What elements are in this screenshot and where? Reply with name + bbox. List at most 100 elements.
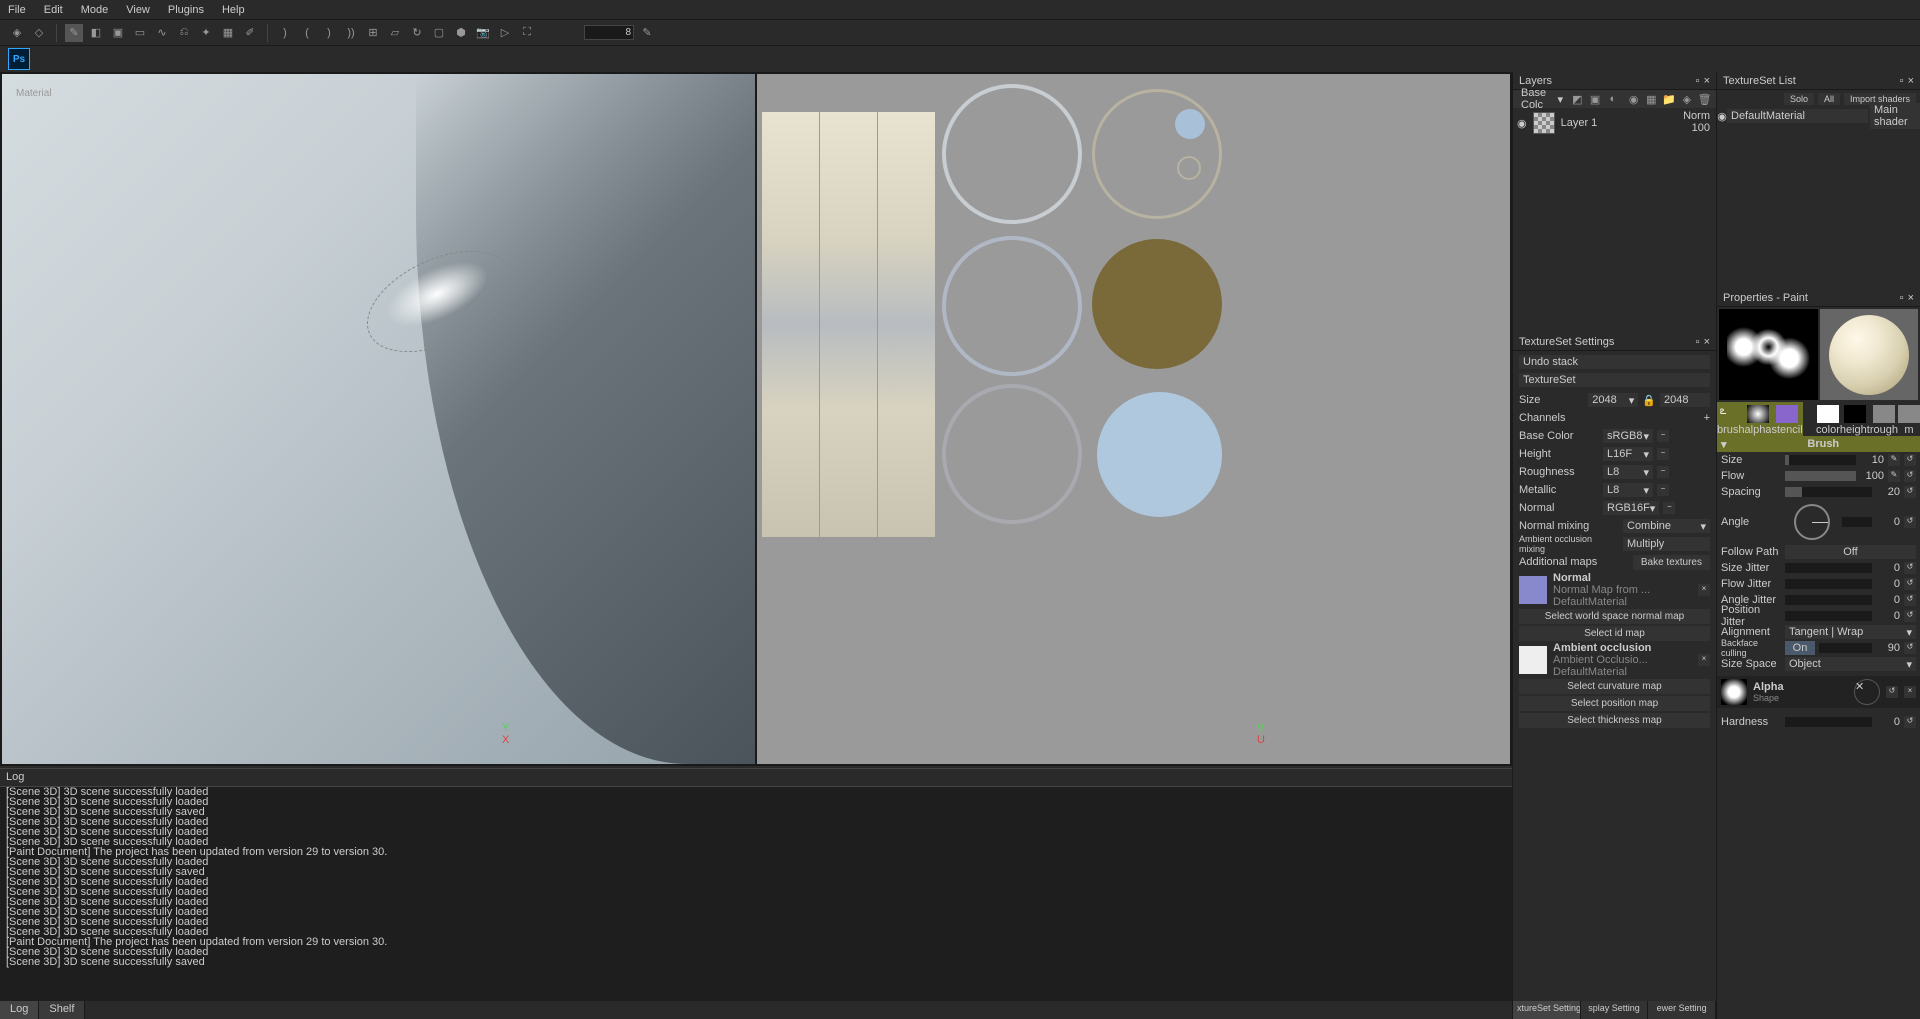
size-slider[interactable] — [1785, 455, 1856, 465]
fjit-slider[interactable] — [1785, 579, 1872, 589]
channel-remove-icon[interactable]: − — [1657, 484, 1669, 496]
clone-tool-icon[interactable]: ⎌ — [175, 24, 193, 42]
alignment-select[interactable]: Tangent | Wrap▾ — [1785, 625, 1916, 639]
rotate-icon[interactable]: ↻ — [408, 24, 426, 42]
channel-format-select[interactable]: L8▾ — [1603, 483, 1653, 497]
channel-color[interactable]: color — [1816, 402, 1840, 436]
pressure-icon[interactable]: ✎ — [1888, 470, 1900, 482]
undock-icon[interactable]: ▫ — [1900, 75, 1904, 87]
link-icon[interactable]: ↺ — [1904, 642, 1916, 654]
group-icon[interactable]: ▣ — [1588, 90, 1603, 108]
delete-layer-icon[interactable]: 🗑 — [1697, 90, 1712, 108]
alpha-shape-icon[interactable]: ✕ — [1854, 679, 1880, 705]
channel-stencil[interactable]: stencil — [1771, 402, 1802, 436]
flow-slider[interactable] — [1785, 471, 1856, 481]
undock-icon[interactable]: ▫ — [1696, 75, 1700, 87]
aomix-select[interactable]: Multiply — [1623, 537, 1710, 551]
undock-icon[interactable]: ▫ — [1696, 336, 1700, 348]
view-icon[interactable]: ▢ — [430, 24, 448, 42]
projection-tool-icon[interactable]: ▣ — [109, 24, 127, 42]
undock-icon[interactable]: ▫ — [1900, 292, 1904, 304]
render-icon[interactable]: 📷 — [474, 24, 492, 42]
viewport-2d[interactable]: Material VU — [757, 74, 1510, 764]
follow-select[interactable]: Off — [1785, 545, 1916, 559]
arrow-icon[interactable]: ▷ — [496, 24, 514, 42]
nmix-select[interactable]: Combine▾ — [1623, 519, 1710, 533]
channel-format-select[interactable]: sRGB8▾ — [1603, 429, 1653, 443]
channel-format-select[interactable]: RGB16F▾ — [1603, 501, 1659, 515]
all-button[interactable]: All — [1818, 93, 1840, 105]
visibility-icon[interactable]: ◉ — [1717, 110, 1727, 123]
channel-format-select[interactable]: L16F▾ — [1603, 447, 1653, 461]
channel-rough[interactable]: rough — [1870, 402, 1898, 436]
spacing-slider[interactable] — [1785, 487, 1872, 497]
map-remove-icon[interactable]: × — [1698, 654, 1710, 666]
link-icon[interactable]: ↺ — [1904, 716, 1916, 728]
alpha-thumbnail[interactable] — [1721, 679, 1747, 705]
material-preview[interactable] — [1820, 309, 1919, 400]
polyfill-tool-icon[interactable]: ▭ — [131, 24, 149, 42]
link-icon[interactable]: ↺ — [1904, 578, 1916, 590]
tab-ts-settings[interactable]: xtureSet Setting — [1513, 1001, 1581, 1019]
menu-help[interactable]: Help — [222, 4, 245, 16]
sym-y-icon[interactable]: ( — [298, 24, 316, 42]
menu-edit[interactable]: Edit — [44, 4, 63, 16]
add-smart-icon[interactable]: ◈ — [1680, 90, 1695, 108]
layer-name[interactable]: Layer 1 — [1561, 117, 1598, 129]
pressure-icon[interactable]: ✎ — [1888, 454, 1900, 466]
mask-icon[interactable]: ◩ — [1570, 90, 1585, 108]
map-action[interactable]: Select curvature map — [1519, 679, 1710, 694]
camera-icon[interactable]: ⬢ — [452, 24, 470, 42]
map-action[interactable]: Select world space normal map — [1519, 609, 1710, 624]
pressure-icon[interactable]: ✎ — [638, 24, 656, 42]
fx-icon[interactable]: ◐ — [1606, 90, 1621, 108]
brush-section-header[interactable]: ▾Brush — [1717, 436, 1920, 452]
alpha-reset-icon[interactable]: ↺ — [1886, 686, 1898, 698]
sym-z-icon[interactable]: ) — [320, 24, 338, 42]
link-icon[interactable]: ↺ — [1904, 516, 1916, 528]
visibility-icon[interactable]: ◉ — [1517, 117, 1527, 130]
particle-tool-icon[interactable]: ✦ — [197, 24, 215, 42]
tab-viewer-settings[interactable]: ewer Setting — [1648, 1001, 1716, 1019]
undo-stack-button[interactable]: Undo stack — [1519, 355, 1710, 369]
cube2-icon[interactable]: ◇ — [30, 24, 48, 42]
stroke-preview[interactable] — [1719, 309, 1818, 400]
fullscreen-icon[interactable]: ⛶ — [518, 24, 536, 42]
eraser-tool-icon[interactable]: ◧ — [87, 24, 105, 42]
material-name[interactable]: DefaultMaterial — [1727, 109, 1868, 123]
textureset-select[interactable]: TextureSet — [1519, 373, 1710, 387]
tab-shelf[interactable]: Shelf — [39, 1001, 85, 1019]
map-action[interactable]: Select id map — [1519, 626, 1710, 641]
material-tool-icon[interactable]: ▦ — [219, 24, 237, 42]
photoshop-icon[interactable]: Ps — [8, 48, 30, 70]
pjit-slider[interactable] — [1785, 611, 1872, 621]
log-body[interactable]: [Scene 3D] 3D scene successfully loaded[… — [0, 787, 1512, 1002]
link-icon[interactable]: ↺ — [1904, 486, 1916, 498]
channel-select[interactable]: Base Colc▾ — [1517, 92, 1567, 106]
sym-x-icon[interactable]: ) — [276, 24, 294, 42]
grid-icon[interactable]: ⊞ — [364, 24, 382, 42]
channel-remove-icon[interactable]: − — [1657, 430, 1669, 442]
ajit-slider[interactable] — [1785, 595, 1872, 605]
link-icon[interactable]: ↺ — [1904, 470, 1916, 482]
solo-button[interactable]: Solo — [1784, 93, 1814, 105]
add-folder-icon[interactable]: 📁 — [1662, 90, 1677, 108]
sjit-slider[interactable] — [1785, 563, 1872, 573]
channel-remove-icon[interactable]: − — [1657, 466, 1669, 478]
add-layer-icon[interactable]: ▦ — [1644, 90, 1659, 108]
hardness-slider[interactable] — [1785, 717, 1872, 727]
add-channel-icon[interactable]: + — [1704, 412, 1710, 424]
map-action[interactable]: Select position map — [1519, 696, 1710, 711]
tab-display-settings[interactable]: splay Setting — [1581, 1001, 1649, 1019]
viewport-3d[interactable]: Material YX — [2, 74, 755, 764]
sizespace-select[interactable]: Object▾ — [1785, 657, 1916, 671]
sym-r-icon[interactable]: )) — [342, 24, 360, 42]
channel-alpha[interactable]: alpha — [1745, 402, 1772, 436]
cube-icon[interactable]: ◈ — [8, 24, 26, 42]
menu-plugins[interactable]: Plugins — [168, 4, 204, 16]
channel-metal[interactable]: m — [1898, 402, 1920, 436]
channel-height[interactable]: height — [1840, 402, 1870, 436]
brush-tool-icon[interactable]: ✎ — [65, 24, 83, 42]
perspective-icon[interactable]: ▱ — [386, 24, 404, 42]
add-fill-icon[interactable]: ◉ — [1626, 90, 1641, 108]
